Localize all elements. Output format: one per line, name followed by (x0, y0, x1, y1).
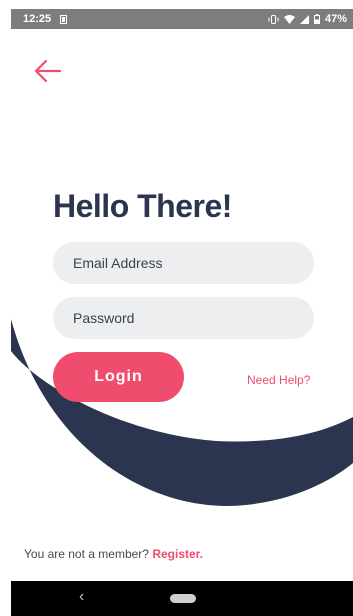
nav-back-icon[interactable]: ‹ (79, 588, 84, 606)
status-icons: 47% (268, 13, 347, 25)
arrow-left-icon[interactable] (34, 58, 62, 84)
signal-icon (299, 14, 309, 24)
login-button[interactable]: Login (53, 352, 184, 402)
status-time: 12:25 (23, 13, 52, 25)
battery-percent: 47% (324, 13, 347, 25)
register-prompt: You are not a member? Register. (24, 547, 203, 561)
password-field[interactable] (53, 297, 314, 339)
sim-icon (60, 14, 68, 24)
email-field[interactable] (53, 242, 314, 284)
vibrate-icon (268, 14, 279, 24)
system-nav-bar: ‹ (11, 581, 353, 616)
register-prompt-text: You are not a member? (24, 547, 149, 561)
wifi-icon (283, 14, 295, 24)
page-title: Hello There! (53, 188, 232, 224)
nav-home-pill[interactable] (170, 594, 196, 603)
need-help-link[interactable]: Need Help? (247, 373, 310, 387)
register-link[interactable]: Register. (152, 547, 203, 561)
status-bar: 12:25 47% (11, 9, 353, 29)
battery-icon (313, 14, 320, 24)
